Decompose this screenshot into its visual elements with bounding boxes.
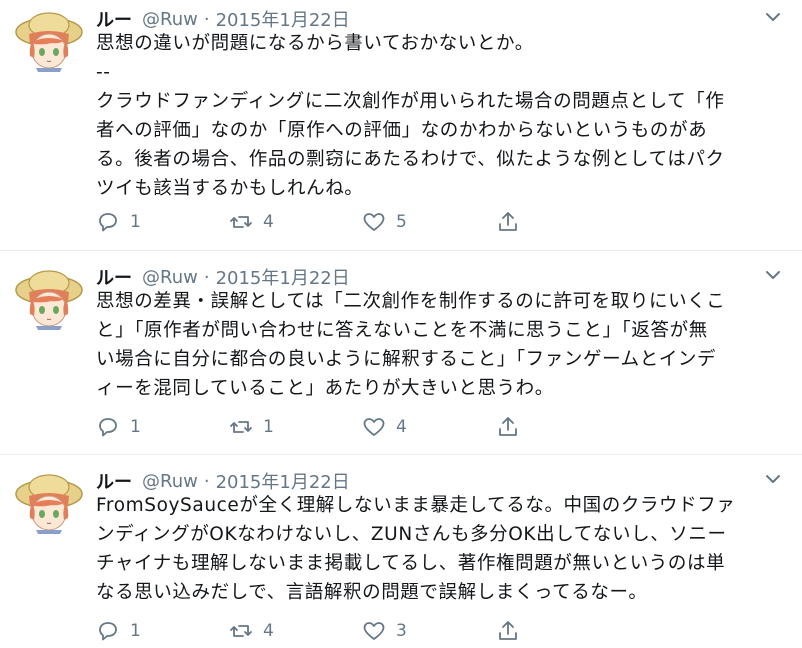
retweet-icon: [230, 421, 252, 433]
reply-button[interactable]: 1: [96, 207, 141, 237]
separator-dot: ·: [203, 470, 210, 492]
tweet-text-line: クラウドファンディングに二次創作が用いられた場合の問題点として「作: [96, 91, 725, 112]
reply-icon: [99, 418, 117, 437]
reply-count: 1: [130, 212, 141, 232]
share-icon: [499, 621, 517, 640]
reply-icon: [99, 622, 117, 641]
like-button[interactable]: 5: [362, 207, 407, 237]
share-button[interactable]: [496, 207, 520, 237]
retweet-button[interactable]: 4: [229, 616, 274, 646]
retweet-button[interactable]: 1: [229, 412, 274, 442]
like-icon: [363, 418, 385, 436]
tweet-header: ルー @Ruw · 2015年1月22日: [96, 469, 350, 494]
reply-count: 1: [130, 417, 141, 437]
tweet-text-line: ィーを混同していること」あたりが大きいと思うわ。: [96, 378, 554, 399]
tweet[interactable]: ルー @Ruw · 2015年1月22日 FromSoySauceが全く理解しな…: [0, 462, 802, 648]
like-icon: [363, 622, 385, 640]
tweet-text-line: FromSoySauceが全く理解しないまま暴走してるな。中国のクラウドファ: [96, 495, 736, 516]
share-button[interactable]: [496, 616, 520, 646]
retweet-icon: [230, 625, 252, 637]
like-count: 5: [396, 212, 407, 232]
chevron-down-icon[interactable]: [764, 268, 782, 282]
tweet-actions: 1 4 5: [96, 207, 536, 237]
tweet-text-line: る。後者の場合、作品の剽窃にあたるわけで、似たような例としてはパク: [96, 149, 725, 170]
tweet-text-line: なる思い込みだしで、言語解釈の問題で誤解しまくってるなー。: [96, 582, 648, 603]
user-handle[interactable]: @Ruw: [142, 9, 198, 30]
share-button[interactable]: [496, 412, 520, 442]
retweet-count: 1: [263, 417, 274, 437]
retweet-count: 4: [263, 621, 274, 641]
avatar[interactable]: [14, 266, 84, 330]
tweet-text-line: 思想の差異・誤解としては「二次創作を制作するのに許可を取りにいくこ: [96, 291, 726, 312]
tweet-text-line: ンディングがOKなわけないし、ZUNさんも多分OK出してないし、ソニー: [96, 524, 727, 545]
user-handle[interactable]: @Ruw: [142, 267, 198, 288]
like-button[interactable]: 3: [362, 616, 407, 646]
retweet-button[interactable]: 4: [229, 207, 274, 237]
retweet-icon: [230, 216, 252, 228]
like-button[interactable]: 4: [362, 412, 407, 442]
retweet-count: 4: [263, 212, 274, 232]
avatar[interactable]: [14, 470, 84, 534]
like-icon: [363, 213, 385, 231]
tweet-actions: 1 1 4: [96, 412, 536, 442]
tweet-text-line: ツイも該当するかもしれんね。: [96, 178, 364, 199]
tweet[interactable]: ルー @Ruw · 2015年1月22日 思想の違いが問題になるから書いておかな…: [0, 0, 802, 250]
tweet-text: FromSoySauceが全く理解しないまま暴走してるな。中国のクラウドファ ン…: [96, 491, 780, 607]
tweet-text-line: 思想の違いが問題になるから書いておかないとか。: [96, 33, 534, 54]
reply-count: 1: [130, 621, 141, 641]
like-count: 4: [396, 417, 407, 437]
tweet-text: 思想の違いが問題になるから書いておかないとか。 -- クラウドファンディングに二…: [96, 29, 780, 203]
tweet-actions: 1 4 3: [96, 616, 536, 646]
like-count: 3: [396, 621, 407, 641]
tweet-header: ルー @Ruw · 2015年1月22日: [96, 7, 350, 32]
share-icon: [499, 417, 517, 436]
tweet-text-line: 者への評価」なのか「原作への評価」なのかわからないというものがあ: [96, 120, 708, 141]
chevron-down-icon[interactable]: [764, 472, 782, 486]
tweet[interactable]: ルー @Ruw · 2015年1月22日 思想の差異・誤解としては「二次創作を制…: [0, 258, 802, 454]
chevron-down-icon[interactable]: [764, 10, 782, 24]
user-handle[interactable]: @Ruw: [142, 471, 198, 492]
tweet-text-line: い場合に自分に都合の良いように解釈すること」「ファンゲームとインデ: [96, 349, 717, 370]
tweet-header: ルー @Ruw · 2015年1月22日: [96, 265, 350, 290]
separator-dot: ·: [203, 266, 210, 288]
reply-button[interactable]: 1: [96, 412, 141, 442]
tweet-text-line: --: [96, 62, 111, 83]
tweet-text: 思想の差異・誤解としては「二次創作を制作するのに許可を取りにいくこ と」「原作者…: [96, 287, 780, 403]
tweet-text-line: と」「原作者が問い合わせに答えないことを不満に思うこと」「返答が無: [96, 320, 708, 341]
divider: [0, 454, 802, 455]
share-icon: [499, 212, 517, 231]
reply-button[interactable]: 1: [96, 616, 141, 646]
separator-dot: ·: [203, 8, 210, 30]
tweet-feed: ルー @Ruw · 2015年1月22日 思想の違いが問題になるから書いておかな…: [0, 0, 802, 648]
avatar[interactable]: [14, 8, 84, 72]
tweet-text-line: チャイナも理解しないまま掲載してるし、著作権問題が無いというのは単: [96, 553, 726, 574]
divider: [0, 250, 802, 251]
reply-icon: [99, 213, 117, 232]
